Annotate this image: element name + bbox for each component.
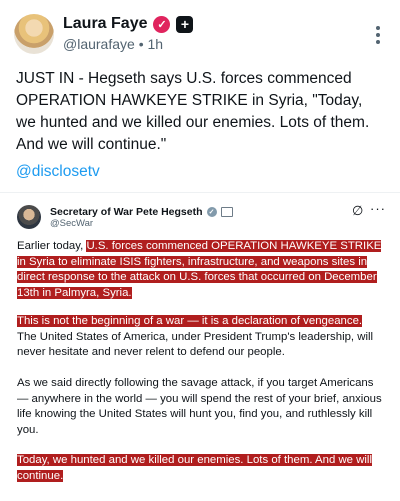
author-name-row: Laura Faye ✓ +	[63, 15, 194, 33]
quoted-paragraph-2: This is not the beginning of a war — it …	[17, 314, 383, 361]
quoted-post[interactable]: Secretary of War Pete Hegseth ✓ @SecWar …	[0, 192, 400, 501]
author-handle[interactable]: @laurafaye	[63, 36, 135, 52]
meta-separator: •	[138, 36, 144, 52]
mention-link[interactable]: @disclosetv	[16, 163, 100, 181]
quoted-paragraph-4: Today, we hunted and we killed our enemi…	[17, 453, 383, 484]
author-avatar[interactable]	[14, 14, 54, 54]
post-text: JUST IN - Hegseth says U.S. forces comme…	[16, 70, 370, 153]
author-display-name[interactable]: Laura Faye	[63, 15, 147, 33]
verified-icon: ✓	[153, 15, 171, 33]
quoted-paragraph-3: As we said directly following the savage…	[17, 377, 382, 436]
p2-highlight: This is not the beginning of a war — it …	[17, 315, 363, 327]
more-vertical-icon[interactable]	[376, 26, 380, 44]
quoted-verified-icon: ✓	[206, 207, 217, 217]
p4-highlight: Today, we hunted and we killed our enemi…	[17, 454, 372, 482]
p2-rest: The United States of America, under Pres…	[17, 330, 374, 359]
quoted-author-name[interactable]: Secretary of War Pete Hegseth	[50, 206, 203, 218]
p1-lead: Earlier today,	[17, 240, 87, 252]
quoted-avatar[interactable]	[17, 205, 41, 229]
grok-icon[interactable]: ∅	[352, 203, 363, 219]
post-time[interactable]: 1h	[148, 36, 164, 52]
quoted-name-row: Secretary of War Pete Hegseth ✓	[50, 206, 233, 218]
quoted-paragraph-1: Earlier today, U.S. forces commenced OPE…	[17, 239, 383, 301]
flag-icon	[220, 207, 233, 217]
quoted-handle[interactable]: @SecWar	[50, 218, 93, 229]
author-meta: @laurafaye • 1h	[63, 36, 163, 52]
plus-icon[interactable]: +	[176, 15, 194, 33]
more-horizontal-icon[interactable]: ···	[370, 201, 386, 216]
